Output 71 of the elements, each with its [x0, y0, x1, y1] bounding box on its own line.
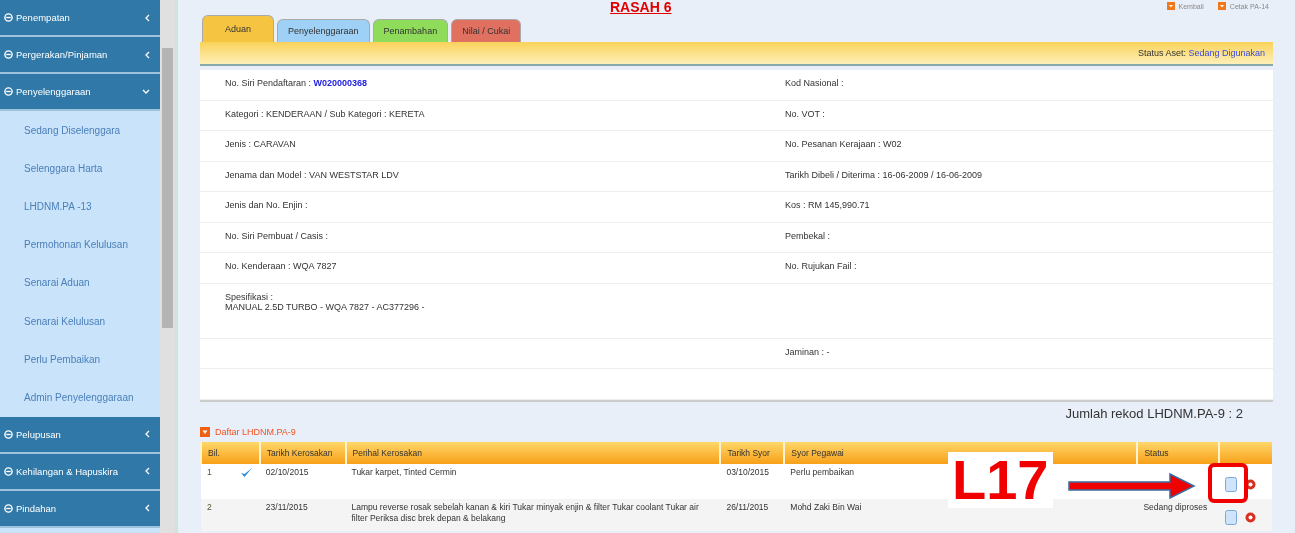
field-text: No. VOT : — [785, 108, 825, 119]
highlight-frame — [1208, 463, 1248, 503]
field-text: Tarikh Dibeli / Diterima : 16-06-2009 / 16-06-2009 — [785, 169, 983, 180]
minus-circle-icon — [4, 503, 13, 513]
sidebar-item[interactable]: LHDNM.PA -13 — [0, 187, 160, 226]
sidebar-item[interactable]: Penempatan — [0, 0, 160, 37]
tab[interactable]: Penyelenggaraan — [277, 19, 370, 42]
sidebar-item[interactable]: Senarai Kelulusan — [0, 301, 160, 341]
scrollbar[interactable] — [160, 0, 178, 533]
field-text: No. Rujukan Fail : — [785, 261, 857, 271]
field-text: Jenis dan No. Enjin : — [225, 200, 308, 210]
field-text: Kategori : KENDERAAN / Sub Kategori : KERETA — [225, 108, 425, 119]
arrow-down-icon — [1166, 2, 1175, 10]
minus-circle-icon — [4, 466, 13, 476]
minus-circle-icon — [4, 50, 13, 59]
field-text: Jaminan : - — [785, 346, 830, 357]
delete-icon[interactable] — [1245, 478, 1257, 490]
tab[interactable]: Nilai / Cukai — [451, 19, 522, 42]
sidebar-item[interactable]: Admin Penyelenggaraan — [0, 378, 160, 417]
status-text: Status Aset: Sedang Digunakan — [1137, 48, 1265, 58]
sidebar-item[interactable]: Pindahan — [0, 490, 160, 528]
table-cell: 26/11/2015 — [726, 501, 769, 512]
table-cell: Perlu pembaikan — [790, 466, 855, 477]
sidebar-item[interactable]: Penyelenggaraan — [0, 74, 160, 111]
table-cell: 2 — [207, 501, 212, 512]
column-header: Tarikh Kerosakan — [259, 441, 346, 464]
field-text: Jenama dan Model : VAN WESTSTAR LDV — [225, 169, 399, 180]
scrollbar-thumb[interactable] — [162, 48, 173, 328]
table-cell: Mohd Zaki Bin Wai — [790, 501, 862, 512]
sidebar-item[interactable]: Sedang Diselenggara — [0, 111, 160, 150]
table-cell: 03/10/2015 — [726, 466, 769, 477]
collapse-icon[interactable] — [200, 426, 210, 437]
sidebar-item[interactable]: Pelupusan — [0, 416, 160, 454]
minus-circle-icon — [4, 429, 13, 439]
minus-circle-icon — [4, 87, 13, 96]
sidebar-item[interactable]: Pergerakan/Pinjaman — [0, 37, 160, 74]
document-icon[interactable] — [1225, 510, 1238, 525]
field-text: No. Siri Pembuat / Casis : — [225, 230, 329, 241]
column-header: Perihal Kerosakan — [345, 441, 721, 464]
field-text: No. Pesanan Kerajaan : W02 — [785, 139, 902, 149]
field-text: No. Siri Pendaftaran : W020000368 — [225, 78, 368, 88]
section-title: Daftar LHDNM.PA-9 — [215, 426, 296, 437]
annotation-label: L17 — [948, 452, 1053, 508]
record-count: Jumlah rekod LHDNM.PA-9 : 2 — [1064, 404, 1244, 422]
field-text: Kod Nasional : — [785, 78, 844, 88]
minus-circle-icon — [4, 13, 13, 22]
table-cell: 02/10/2015 — [265, 466, 309, 477]
field-text: Jenis : CARAVAN — [225, 139, 296, 149]
sidebar-item[interactable]: Senarai Aduan — [0, 263, 160, 302]
table-cell: Sedang diproses — [1143, 501, 1208, 512]
column-header: Tarikh Syor — [720, 441, 785, 464]
table-cell: 1 — [207, 466, 212, 477]
page-heading: RASAH 6 — [610, 0, 672, 14]
field-text: No. Kenderaan : WQA 7827 — [225, 261, 337, 271]
table-cell: Tukar karpet, Tinted Cermin — [351, 466, 457, 477]
field-text: Spesifikasi : MANUAL 2.5D TURBO - WQA 7827 - AC377296 - — [225, 291, 425, 312]
sidebar-item[interactable]: Selenggara Harta — [0, 149, 160, 188]
tab[interactable]: Penambahan — [372, 19, 449, 42]
table-cell: 23/11/2015 — [265, 501, 308, 512]
sidebar-item[interactable]: Perlu Pembaikan — [0, 340, 160, 379]
delete-icon[interactable] — [1245, 512, 1257, 523]
document-icon[interactable] — [1225, 476, 1238, 492]
column-header: Status — [1137, 441, 1220, 464]
field-text: Pembekal : — [785, 230, 831, 241]
field-text: Kos : RM 145,990.71 — [785, 200, 870, 210]
tab[interactable]: Aduan — [202, 15, 275, 42]
table-cell: Lampu reverse rosak sebelah kanan & kiri Tukar minyak enjin & filter Tukar coolant Tukar air filter Periksa disc brek depan & belakang — [351, 501, 699, 523]
sidebar-item[interactable]: Permohonan Kelulusan — [0, 225, 160, 264]
sidebar-item[interactable]: Kehilangan & Hapuskira — [0, 453, 160, 491]
column-header: Bil. — [201, 441, 260, 464]
arrow-down-icon — [1217, 2, 1226, 10]
